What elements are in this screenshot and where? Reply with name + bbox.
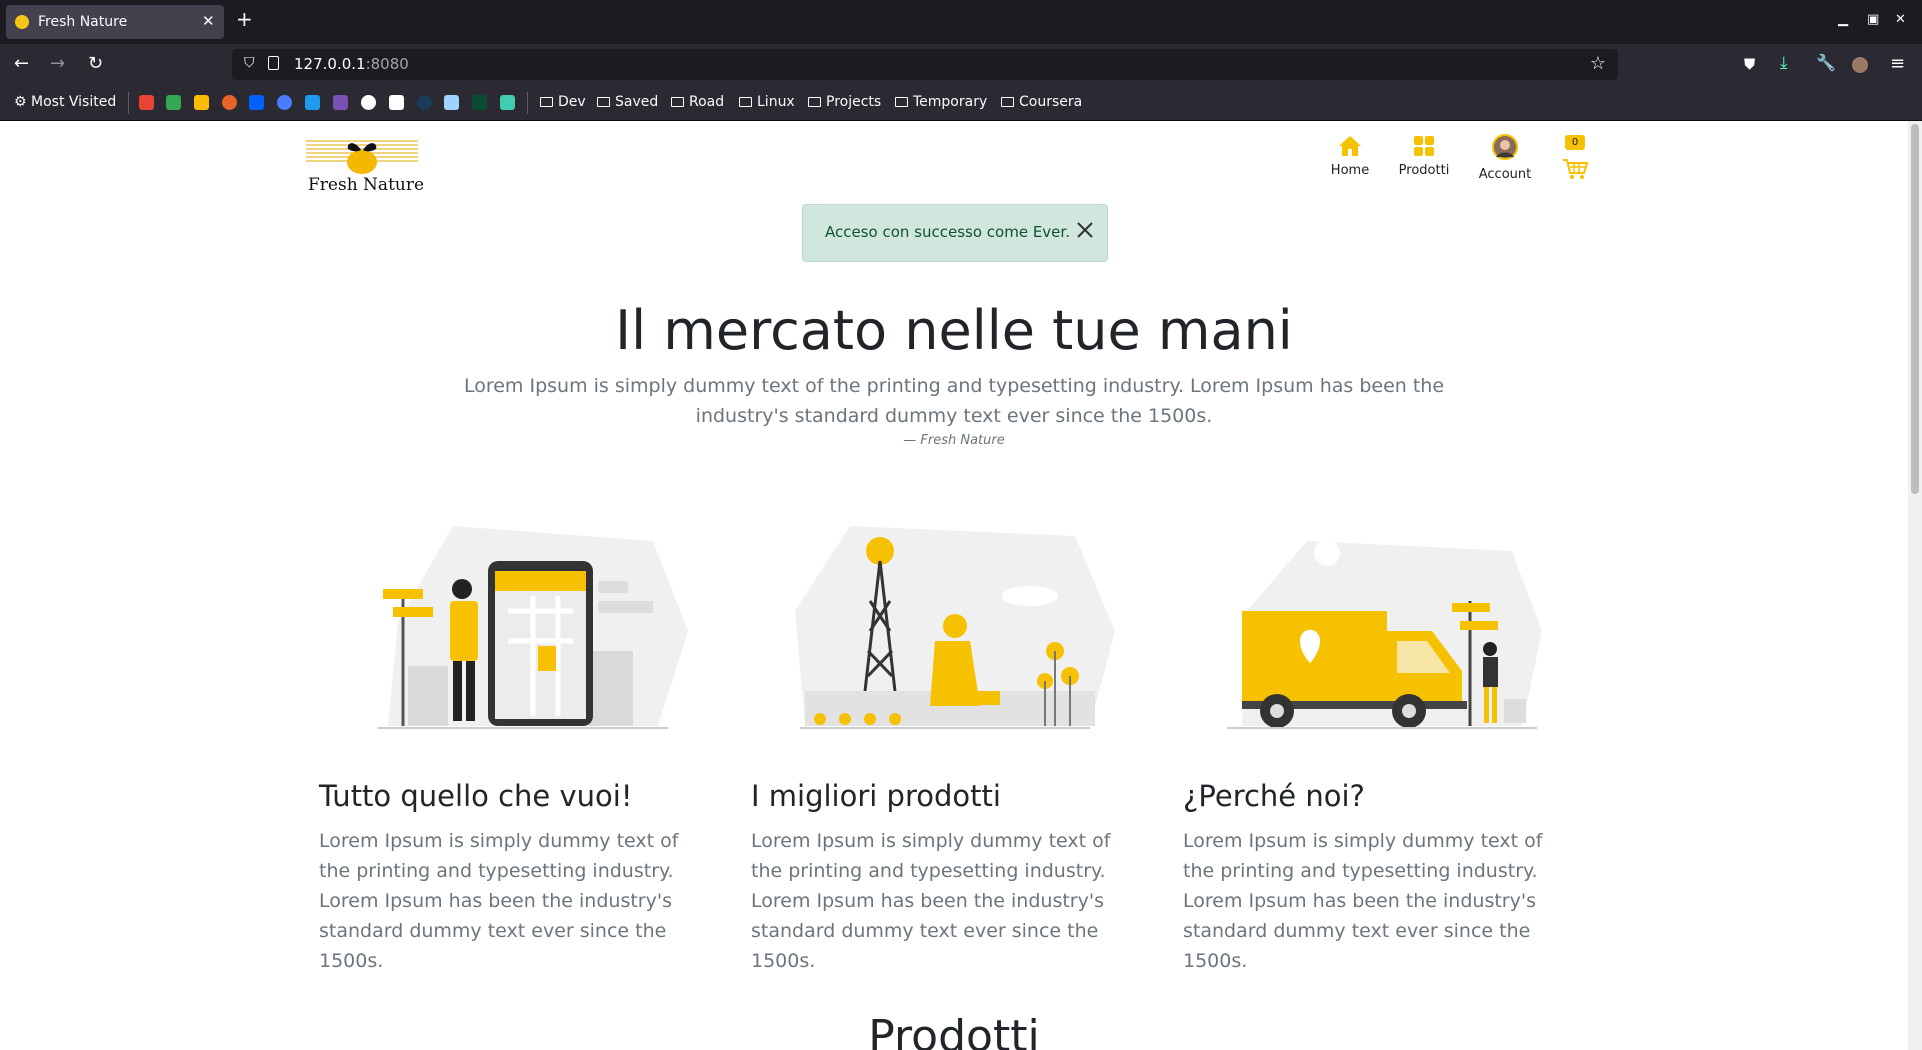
cloud-icon[interactable]	[444, 95, 459, 110]
folder-icon	[1001, 97, 1014, 107]
bookmark-most-visited[interactable]: ⚙ Most Visited	[14, 94, 116, 110]
hero-cite: — Fresh Nature	[903, 433, 1005, 448]
bookmark-folder-road[interactable]: Road	[671, 94, 724, 110]
django-icon[interactable]	[472, 95, 487, 110]
folder-icon	[739, 97, 752, 107]
menu-icon[interactable]: ≡	[1890, 53, 1905, 74]
shield-icon[interactable]: ⛉	[244, 55, 255, 71]
scrollbar-thumb[interactable]	[1911, 124, 1919, 494]
alert-message: Acceso con successo come Ever.	[825, 223, 1070, 241]
bookmark-folder-temporary[interactable]: Temporary	[895, 94, 987, 110]
bookmark-folder-saved[interactable]: Saved	[597, 94, 658, 110]
browser-tab-bar: Fresh Nature ✕ + ▁ ▣ ✕	[0, 0, 1922, 44]
bookmark-folder-dev[interactable]: Dev	[540, 94, 586, 110]
pocket-icon[interactable]: ⛊	[1744, 55, 1755, 73]
dropbox-icon[interactable]	[249, 95, 264, 110]
close-window-icon[interactable]: ✕	[1895, 12, 1906, 27]
bootstrap-icon[interactable]	[333, 95, 348, 110]
cart-count-badge: 0	[1565, 135, 1585, 150]
folder-icon	[540, 97, 553, 107]
grid-icon	[1414, 136, 1434, 156]
bookmarks-toolbar: ⚙ Most Visited Dev Saved Road Linux Proj…	[0, 86, 1922, 121]
forward-arrow-icon[interactable]: →	[50, 53, 65, 74]
tab-close-icon[interactable]: ✕	[202, 12, 215, 30]
dark-site-icon[interactable]	[417, 95, 432, 110]
feature-text-1: Lorem Ipsum is simply dummy text of the …	[319, 830, 679, 972]
logo-text: Fresh Nature	[308, 175, 425, 195]
url-text[interactable]: 127.0.0.1:8080	[294, 55, 409, 73]
lemon-favicon-icon	[15, 15, 29, 29]
new-tab-button[interactable]: +	[236, 9, 253, 29]
folder-icon	[671, 97, 684, 107]
nav-products-label: Prodotti	[1398, 163, 1450, 178]
folder-icon	[895, 97, 908, 107]
feature-text-3: Lorem Ipsum is simply dummy text of the …	[1183, 830, 1543, 972]
page-info-icon[interactable]	[268, 56, 279, 70]
home-icon	[1339, 136, 1361, 156]
nav-account-label: Account	[1478, 167, 1532, 182]
browser-tab[interactable]: Fresh Nature ✕	[6, 5, 224, 39]
success-alert: Acceso con successo come Ever.	[802, 204, 1108, 262]
keep-icon[interactable]	[194, 95, 209, 110]
nav-home[interactable]: Home	[1328, 135, 1372, 178]
download-icon[interactable]: ⤓	[1780, 53, 1788, 73]
bookmarks-separator	[527, 92, 528, 114]
bookmarks-separator	[128, 92, 129, 114]
phone-map-illustration	[378, 526, 688, 729]
folder-icon	[808, 97, 821, 107]
bookmark-folder-coursera[interactable]: Coursera	[1001, 94, 1082, 110]
avatar	[1492, 134, 1518, 160]
star-icon[interactable]: ☆	[1590, 53, 1606, 74]
cart-icon[interactable]	[1562, 158, 1588, 180]
nav-products[interactable]: Prodotti	[1398, 135, 1450, 178]
notion-icon[interactable]	[389, 95, 404, 110]
bookmark-folder-linux[interactable]: Linux	[739, 94, 795, 110]
browser-nav-bar: ← → ↻ ⛉ 127.0.0.1:8080 ☆ ⛊ ⤓ 🔧 ≡	[0, 44, 1922, 86]
hero-text: Lorem Ipsum is simply dummy text of the …	[463, 375, 1445, 427]
products-section-title: Prodotti	[868, 1011, 1040, 1050]
twitter-icon[interactable]	[305, 95, 320, 110]
feature-text-2: Lorem Ipsum is simply dummy text of the …	[751, 830, 1111, 972]
url-bar[interactable]: ⛉ 127.0.0.1:8080 ☆	[232, 49, 1618, 80]
back-arrow-icon[interactable]: ←	[14, 53, 29, 74]
minimize-icon[interactable]: ▁	[1838, 12, 1848, 27]
coursera-bookmark-icon[interactable]	[277, 95, 292, 110]
wrench-icon[interactable]: 🔧	[1816, 53, 1836, 72]
farmer-illustration	[795, 526, 1115, 729]
nav-account[interactable]: Account	[1478, 133, 1532, 182]
reload-icon[interactable]: ↻	[88, 53, 103, 74]
drive-icon[interactable]	[166, 95, 181, 110]
account-icon[interactable]	[1852, 57, 1868, 73]
folder-icon	[597, 97, 610, 107]
duckduckgo-icon[interactable]	[222, 95, 237, 110]
feature-title-3: ¿Perché noi?	[1183, 779, 1365, 813]
nav-home-label: Home	[1330, 163, 1370, 178]
bookmark-folder-projects[interactable]: Projects	[808, 94, 881, 110]
tab-title: Fresh Nature	[38, 14, 128, 30]
feature-title-2: I migliori prodotti	[751, 779, 1001, 813]
hero-title: Il mercato nelle tue mani	[615, 299, 1293, 362]
maximize-icon[interactable]: ▣	[1867, 12, 1879, 27]
site-icon[interactable]	[500, 95, 515, 110]
page-scrollbar[interactable]	[1908, 121, 1922, 1050]
page-viewport: Fresh Nature Home Prodotti Account 0 Acc…	[0, 121, 1922, 1050]
delivery-truck-illustration	[1227, 540, 1542, 729]
alert-close-icon[interactable]	[1075, 220, 1095, 240]
github-icon[interactable]	[361, 95, 376, 110]
feature-title-1: Tutto quello che vuoi!	[319, 779, 633, 813]
gmail-icon[interactable]	[139, 95, 154, 110]
